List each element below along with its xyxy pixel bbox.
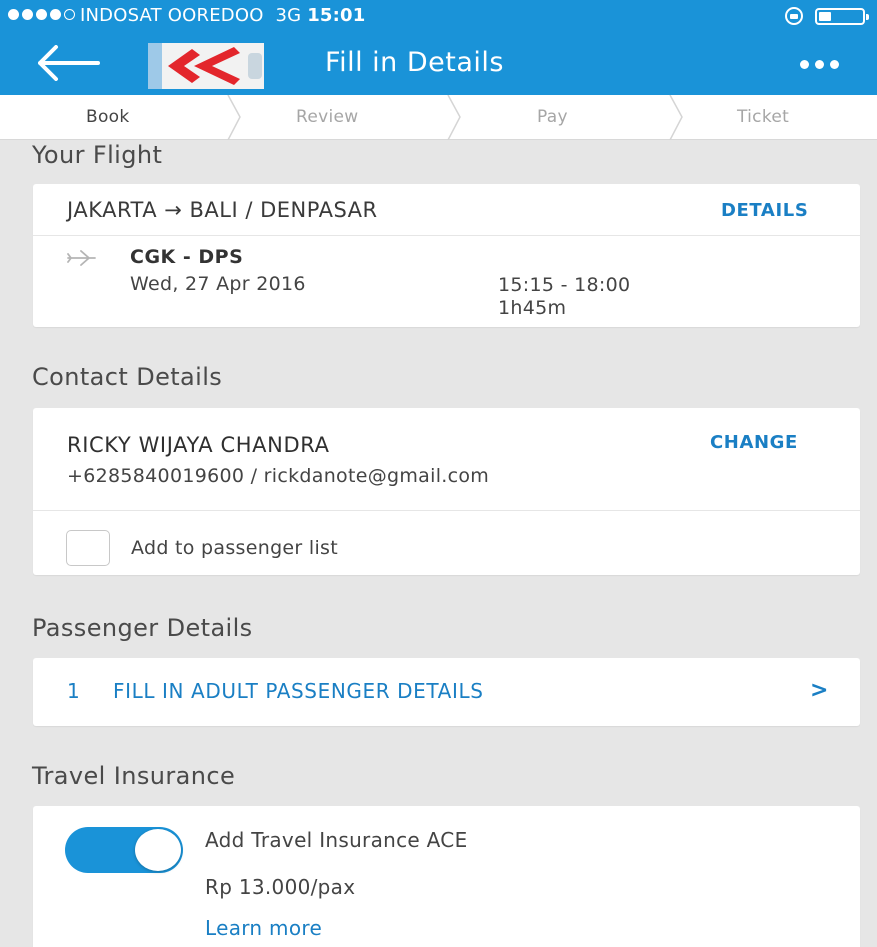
- carrier-name: INDOSAT OOREDOO: [80, 5, 264, 26]
- back-arrow-icon[interactable]: [38, 45, 100, 81]
- insurance-card: Add Travel Insurance ACE Rp 13.000/pax L…: [33, 806, 860, 947]
- booking-steps: Book Review Pay Ticket: [0, 95, 877, 140]
- add-to-passenger-label: Add to passenger list: [131, 537, 338, 559]
- flight-route: JAKARTA → BALI / DENPASAR: [67, 198, 378, 222]
- airline-logo: [148, 43, 264, 89]
- insurance-toggle[interactable]: [65, 827, 183, 873]
- passenger-number: 1: [67, 679, 81, 703]
- section-title-passenger: Passenger Details: [32, 614, 253, 642]
- step-separator-icon: [447, 95, 461, 140]
- flight-time: 15:15 - 18:00: [498, 274, 631, 296]
- contact-name: RICKY WIJAYA CHANDRA: [67, 433, 330, 457]
- carrier-info: INDOSAT OOREDOO 3G 15:01: [80, 5, 365, 26]
- flight-date: Wed, 27 Apr 2016: [130, 273, 306, 295]
- step-review: Review: [296, 107, 359, 127]
- page-title: Fill in Details: [325, 47, 504, 78]
- learn-more-link[interactable]: Learn more: [205, 916, 322, 940]
- step-ticket: Ticket: [737, 107, 790, 127]
- network-type: 3G: [275, 5, 302, 26]
- insurance-label: Add Travel Insurance ACE: [205, 828, 468, 852]
- passenger-details-row[interactable]: 1 FILL IN ADULT PASSENGER DETAILS >: [33, 658, 860, 726]
- step-pay: Pay: [537, 107, 568, 127]
- more-dots-icon[interactable]: [800, 60, 839, 69]
- status-time: 15:01: [307, 5, 366, 26]
- chevron-right-icon[interactable]: >: [810, 678, 829, 703]
- signal-strength-icon: [8, 9, 75, 20]
- fill-passenger-details-link[interactable]: FILL IN ADULT PASSENGER DETAILS: [113, 679, 484, 703]
- insurance-price: Rp 13.000/pax: [205, 875, 356, 899]
- details-link[interactable]: DETAILS: [721, 200, 808, 221]
- step-separator-icon: [227, 95, 241, 140]
- battery-icon: [815, 8, 869, 25]
- section-title-insurance: Travel Insurance: [32, 762, 236, 790]
- rotation-lock-icon: [785, 7, 803, 25]
- step-book: Book: [86, 107, 130, 127]
- flight-codes: CGK - DPS: [130, 246, 244, 268]
- section-title-contact: Contact Details: [32, 363, 223, 391]
- status-bar: INDOSAT OOREDOO 3G 15:01: [0, 0, 877, 32]
- toggle-knob: [135, 829, 181, 871]
- contact-card: RICKY WIJAYA CHANDRA CHANGE +62858400196…: [33, 408, 860, 575]
- step-separator-icon: [669, 95, 683, 140]
- section-title-flight: Your Flight: [32, 141, 163, 169]
- add-to-passenger-checkbox[interactable]: [66, 530, 110, 566]
- flight-card: JAKARTA → BALI / DENPASAR DETAILS CGK - …: [33, 184, 860, 327]
- plane-icon: [67, 250, 96, 266]
- change-contact-button[interactable]: CHANGE: [710, 432, 798, 453]
- app-header: INDOSAT OOREDOO 3G 15:01 Fill in Details: [0, 0, 877, 95]
- contact-info: +6285840019600 / rickdanote@gmail.com: [67, 465, 490, 487]
- flight-duration: 1h45m: [498, 297, 567, 319]
